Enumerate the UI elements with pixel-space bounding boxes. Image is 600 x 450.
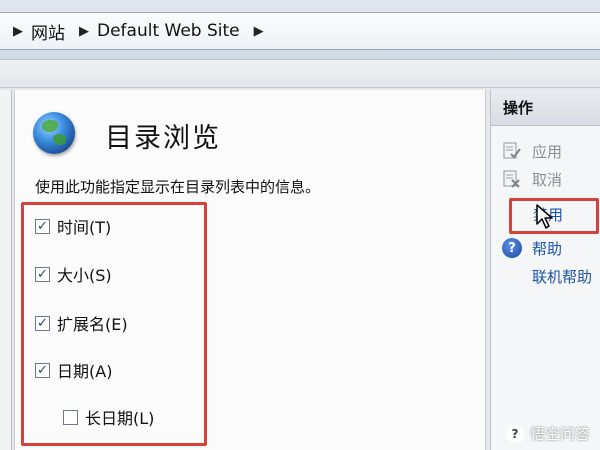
checkbox-date[interactable]: ✓ xyxy=(35,362,50,378)
breadcrumb-item-default-web-site[interactable]: Default Web Site xyxy=(97,21,240,41)
address-bar: ▶ 网站 ▶ Default Web Site ▶ xyxy=(0,0,600,60)
globe-icon xyxy=(33,112,75,154)
breadcrumb-item-sites[interactable]: 网站 xyxy=(31,19,65,44)
option-size[interactable]: ✓ 大小(S) xyxy=(35,262,112,286)
option-long-date[interactable]: 长日期(L) xyxy=(63,405,154,429)
breadcrumb[interactable]: ▶ 网站 ▶ Default Web Site ▶ xyxy=(0,12,600,50)
toolbar-band xyxy=(0,60,600,88)
checkbox-size[interactable]: ✓ xyxy=(35,266,50,282)
feature-panel: 目录浏览 使用此功能指定显示在目录列表中的信息。 ✓ 时间(T) ✓ 大小(S)… xyxy=(14,90,486,450)
help-icon: ? xyxy=(501,237,523,259)
checkbox-time[interactable]: ✓ xyxy=(35,218,50,234)
action-label: 取消 xyxy=(532,170,563,189)
option-date[interactable]: ✓ 日期(A) xyxy=(35,358,112,382)
feature-description: 使用此功能指定显示在目录列表中的信息。 xyxy=(35,178,321,196)
action-label: 帮助 xyxy=(532,239,563,258)
action-online-help[interactable]: 联机帮助 xyxy=(532,266,592,287)
breadcrumb-arrow-icon[interactable]: ▶ xyxy=(13,24,23,39)
action-help[interactable]: ? 帮助 xyxy=(501,237,562,259)
globe-land-shape xyxy=(42,120,58,132)
action-label: 联机帮助 xyxy=(532,268,593,286)
checkbox-long-date[interactable] xyxy=(63,409,78,425)
globe-land-shape xyxy=(53,134,66,145)
watermark-text: 悟空问答 xyxy=(529,425,590,443)
option-label: 扩展名(E) xyxy=(57,315,128,334)
apply-icon xyxy=(501,140,523,162)
watermark-logo-icon: ? xyxy=(505,424,524,443)
option-extension[interactable]: ✓ 扩展名(E) xyxy=(35,311,128,335)
cancel-icon xyxy=(501,168,523,190)
option-label: 时间(T) xyxy=(57,218,112,237)
action-label: 应用 xyxy=(532,142,563,161)
watermark: ? 悟空问答 xyxy=(505,423,590,444)
action-apply[interactable]: 应用 xyxy=(501,140,562,162)
actions-pane: 操作 应用 取消 禁用 ? 帮助 联机帮助 xyxy=(490,90,600,450)
option-label: 大小(S) xyxy=(57,266,112,285)
option-label: 长日期(L) xyxy=(85,409,155,428)
page-title: 目录浏览 xyxy=(105,123,221,154)
option-label: 日期(A) xyxy=(57,362,113,381)
action-cancel[interactable]: 取消 xyxy=(501,168,562,190)
checkbox-extension[interactable]: ✓ xyxy=(35,315,50,331)
option-time[interactable]: ✓ 时间(T) xyxy=(35,214,111,238)
breadcrumb-arrow-icon[interactable]: ▶ xyxy=(254,24,264,39)
actions-header: 操作 xyxy=(491,90,600,126)
breadcrumb-arrow-icon[interactable]: ▶ xyxy=(79,24,89,39)
connections-pane-edge xyxy=(0,90,12,450)
mouse-cursor-icon xyxy=(536,204,553,229)
